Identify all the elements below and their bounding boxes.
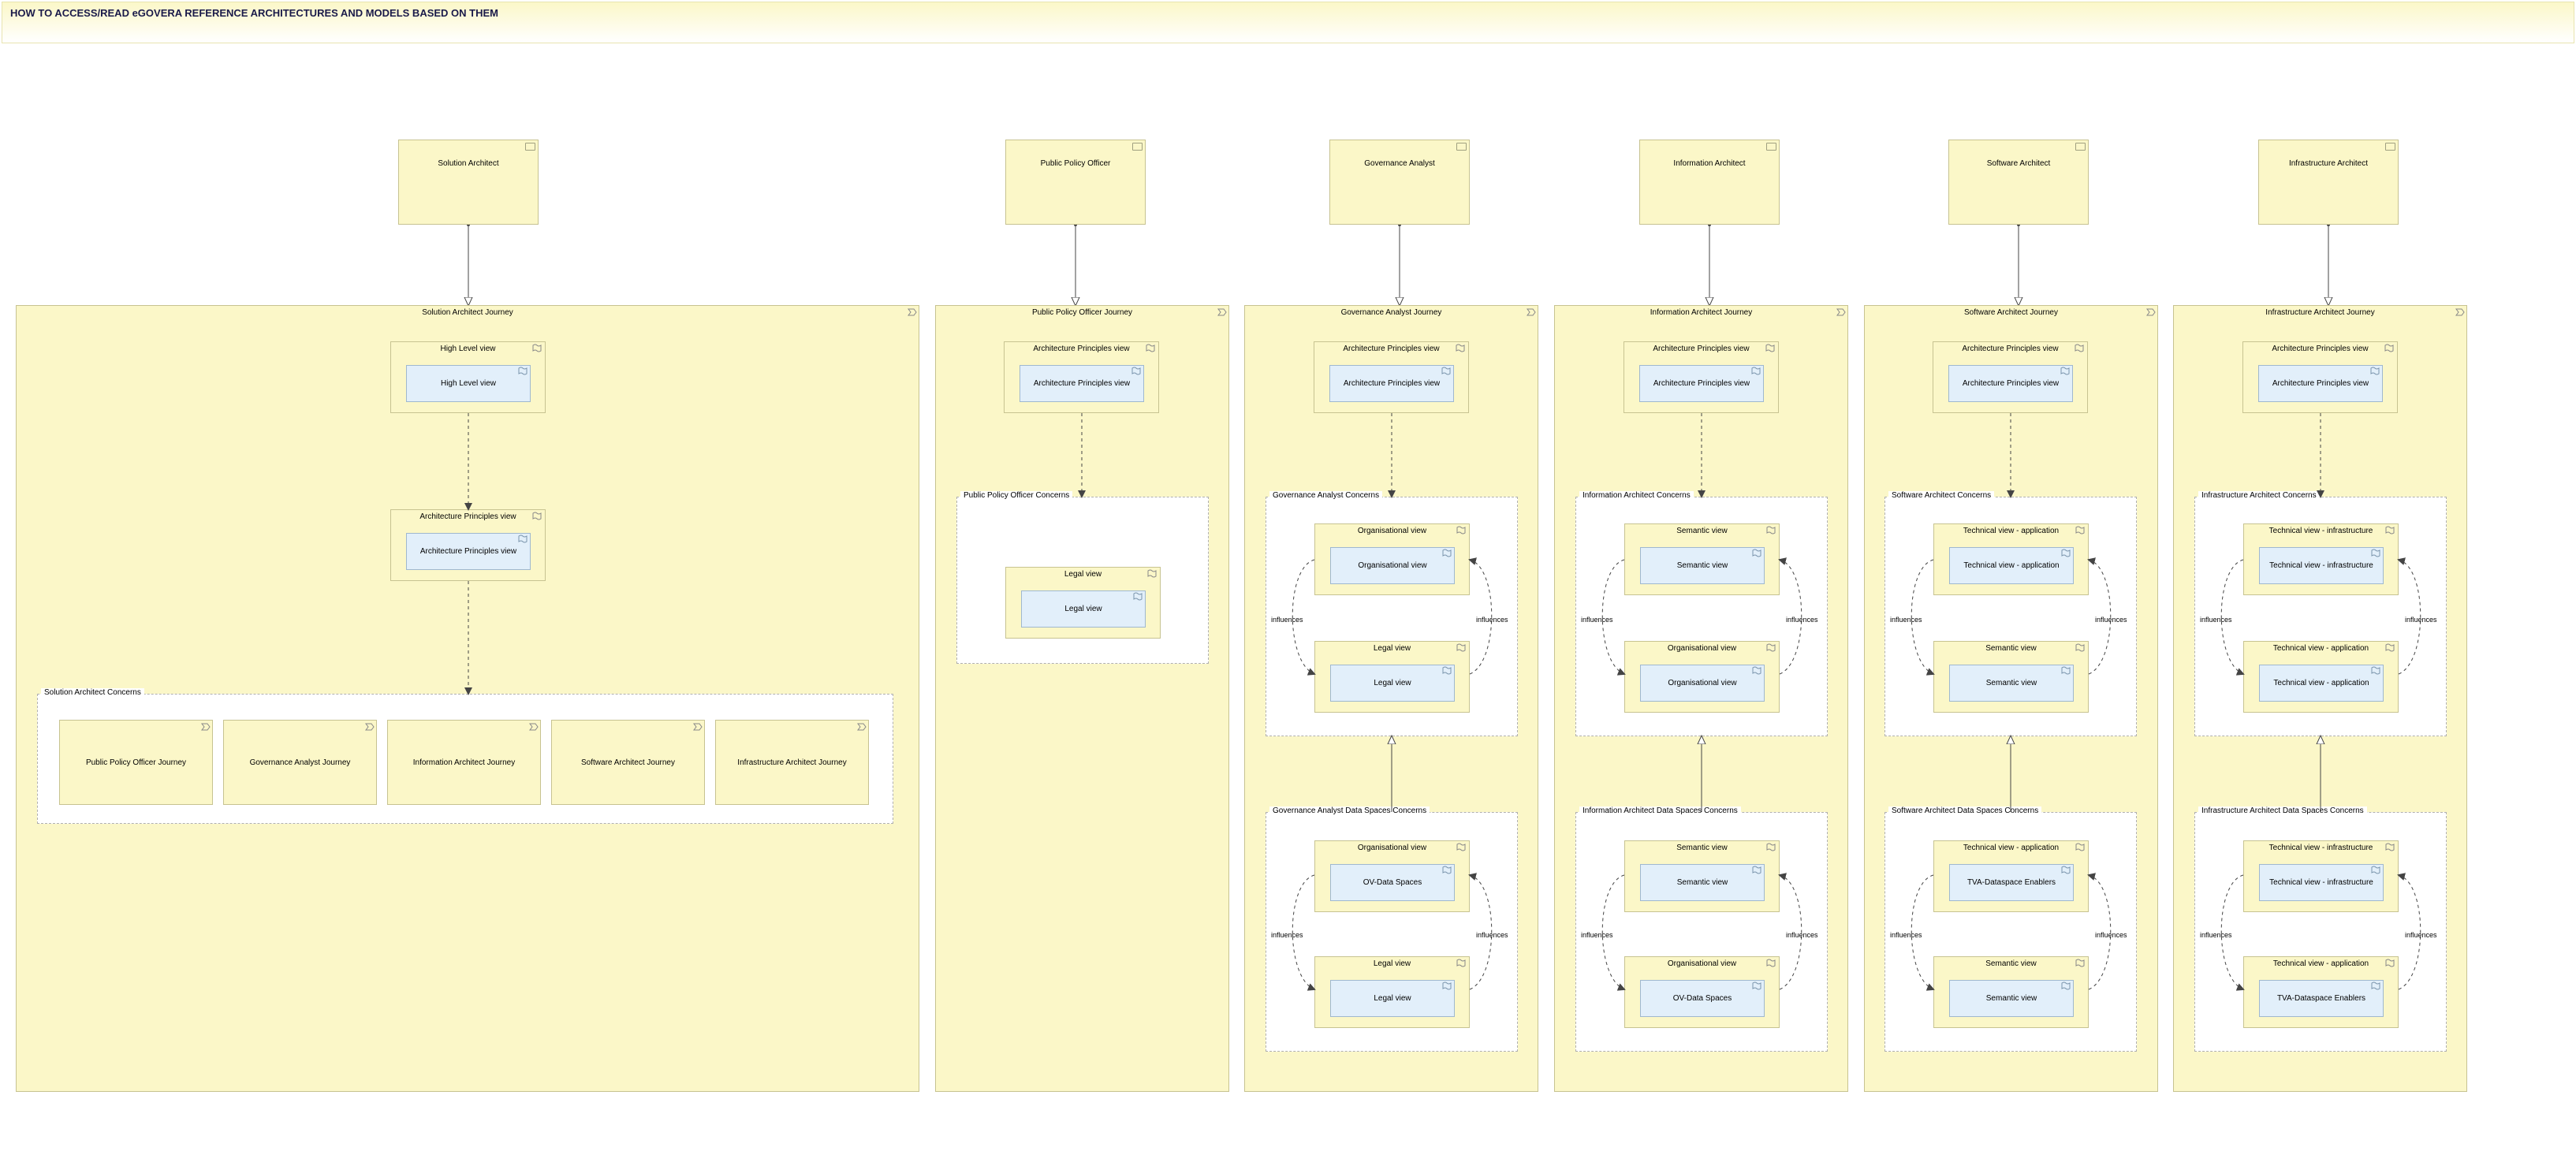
influences-label: influences [1581,616,1613,624]
influences-label: influences [1786,616,1818,624]
influence-connectors [0,0,2576,1151]
influences-label: influences [1890,931,1922,939]
influences-label: influences [2405,931,2437,939]
influences-label: influences [1271,616,1303,624]
influences-label: influences [2200,616,2232,624]
influences-label: influences [2405,616,2437,624]
influences-label: influences [1786,931,1818,939]
influences-label: influences [1890,616,1922,624]
influences-label: influences [1271,931,1303,939]
influences-label: influences [1476,616,1508,624]
influences-label: influences [2095,931,2127,939]
influences-label: influences [1476,931,1508,939]
influences-label: influences [1581,931,1613,939]
diagram-canvas: Solution Architect Public Policy Officer… [0,0,2576,1151]
influences-label: influences [2095,616,2127,624]
influences-label: influences [2200,931,2232,939]
